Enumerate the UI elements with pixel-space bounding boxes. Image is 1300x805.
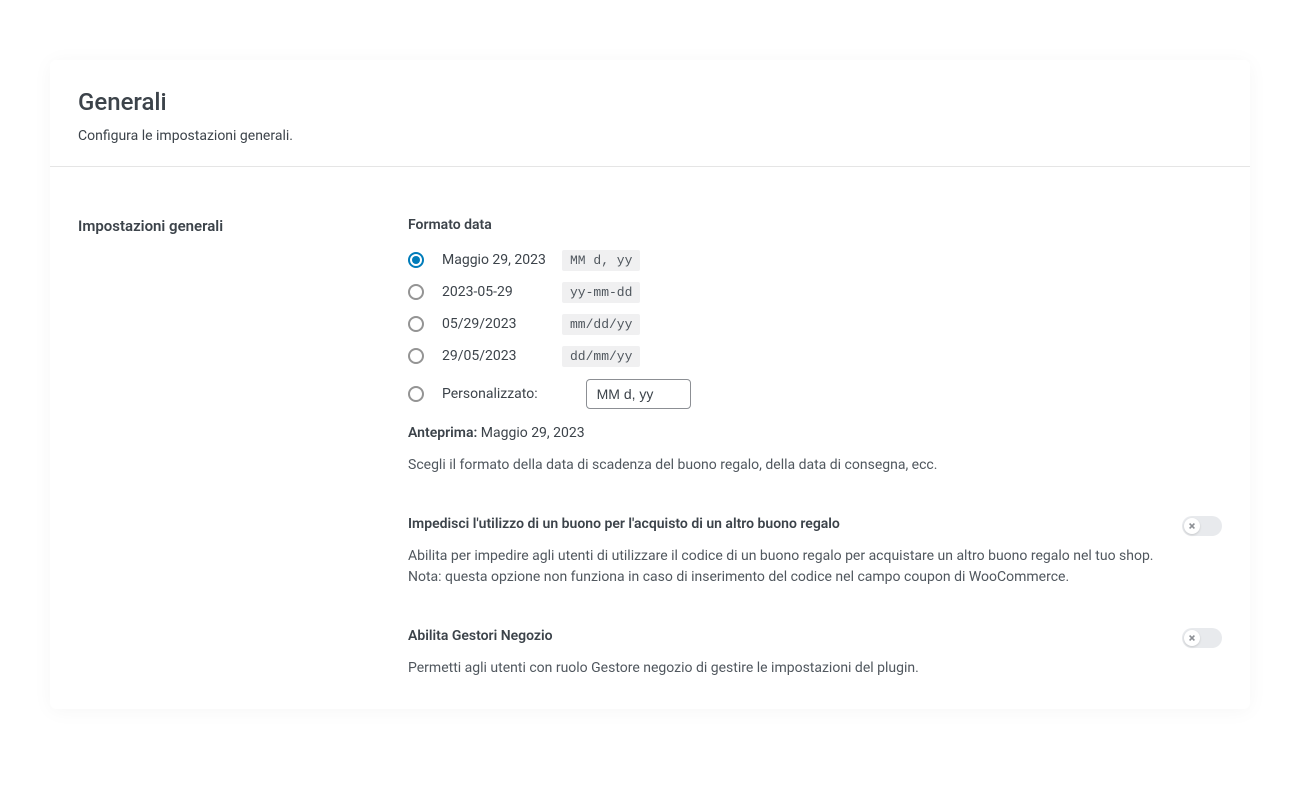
- radio-input[interactable]: [408, 386, 424, 402]
- date-format-option[interactable]: 05/29/2023 mm/dd/yy: [408, 309, 1222, 339]
- date-format-code: yy-mm-dd: [562, 282, 640, 303]
- toggle-description: Abilita per impedire agli utenti di util…: [408, 546, 1222, 588]
- close-icon: [1184, 630, 1200, 646]
- date-format-example: 05/29/2023: [442, 316, 562, 332]
- date-format-label: Formato data: [408, 217, 1222, 233]
- toggle-label: Impedisci l'utilizzo di un buono per l'a…: [408, 516, 1162, 532]
- card-header: Generali Configura le impostazioni gener…: [50, 60, 1250, 167]
- date-format-example: Maggio 29, 2023: [442, 252, 562, 268]
- radio-input[interactable]: [408, 348, 424, 364]
- date-format-option[interactable]: 2023-05-29 yy-mm-dd: [408, 277, 1222, 307]
- preview-value: Maggio 29, 2023: [481, 425, 585, 441]
- section-content: Formato data Maggio 29, 2023 MM d, yy 20…: [408, 217, 1222, 679]
- radio-input[interactable]: [408, 284, 424, 300]
- date-format-example: 29/05/2023: [442, 348, 562, 364]
- toggle-switch[interactable]: [1182, 516, 1222, 536]
- date-format-option[interactable]: Maggio 29, 2023 MM d, yy: [408, 245, 1222, 275]
- date-format-help: Scegli il formato della data di scadenza…: [408, 455, 1222, 476]
- toggle-description: Permetti agli utenti con ruolo Gestore n…: [408, 658, 1222, 679]
- date-format-code: dd/mm/yy: [562, 346, 640, 367]
- date-format-custom-input[interactable]: [586, 379, 691, 409]
- page-title: Generali: [78, 88, 1222, 116]
- toggle-switch[interactable]: [1182, 628, 1222, 648]
- date-format-option-custom[interactable]: Personalizzato:: [408, 379, 1222, 409]
- page-subtitle: Configura le impostazioni generali.: [78, 128, 1222, 144]
- toggle-label: Abilita Gestori Negozio: [408, 628, 1162, 644]
- settings-card: Generali Configura le impostazioni gener…: [50, 60, 1250, 709]
- date-format-code: MM d, yy: [562, 250, 640, 271]
- date-format-preview: Anteprima: Maggio 29, 2023: [408, 425, 1222, 441]
- preview-label: Anteprima:: [408, 425, 477, 441]
- card-body: Impostazioni generali Formato data Maggi…: [50, 167, 1250, 709]
- section-title: Impostazioni generali: [78, 217, 408, 235]
- radio-input[interactable]: [408, 252, 424, 268]
- date-format-field: Formato data Maggio 29, 2023 MM d, yy 20…: [408, 217, 1222, 476]
- close-icon: [1184, 518, 1200, 534]
- toggle-prevent-gift-card: Impedisci l'utilizzo di un buono per l'a…: [408, 516, 1222, 588]
- section-sidebar: Impostazioni generali: [78, 217, 408, 679]
- date-format-option[interactable]: 29/05/2023 dd/mm/yy: [408, 341, 1222, 371]
- date-format-example: 2023-05-29: [442, 284, 562, 300]
- radio-input[interactable]: [408, 316, 424, 332]
- date-format-code: mm/dd/yy: [562, 314, 640, 335]
- date-format-custom-label: Personalizzato:: [442, 386, 538, 402]
- toggle-shop-managers: Abilita Gestori Negozio Permetti agli ut…: [408, 628, 1222, 679]
